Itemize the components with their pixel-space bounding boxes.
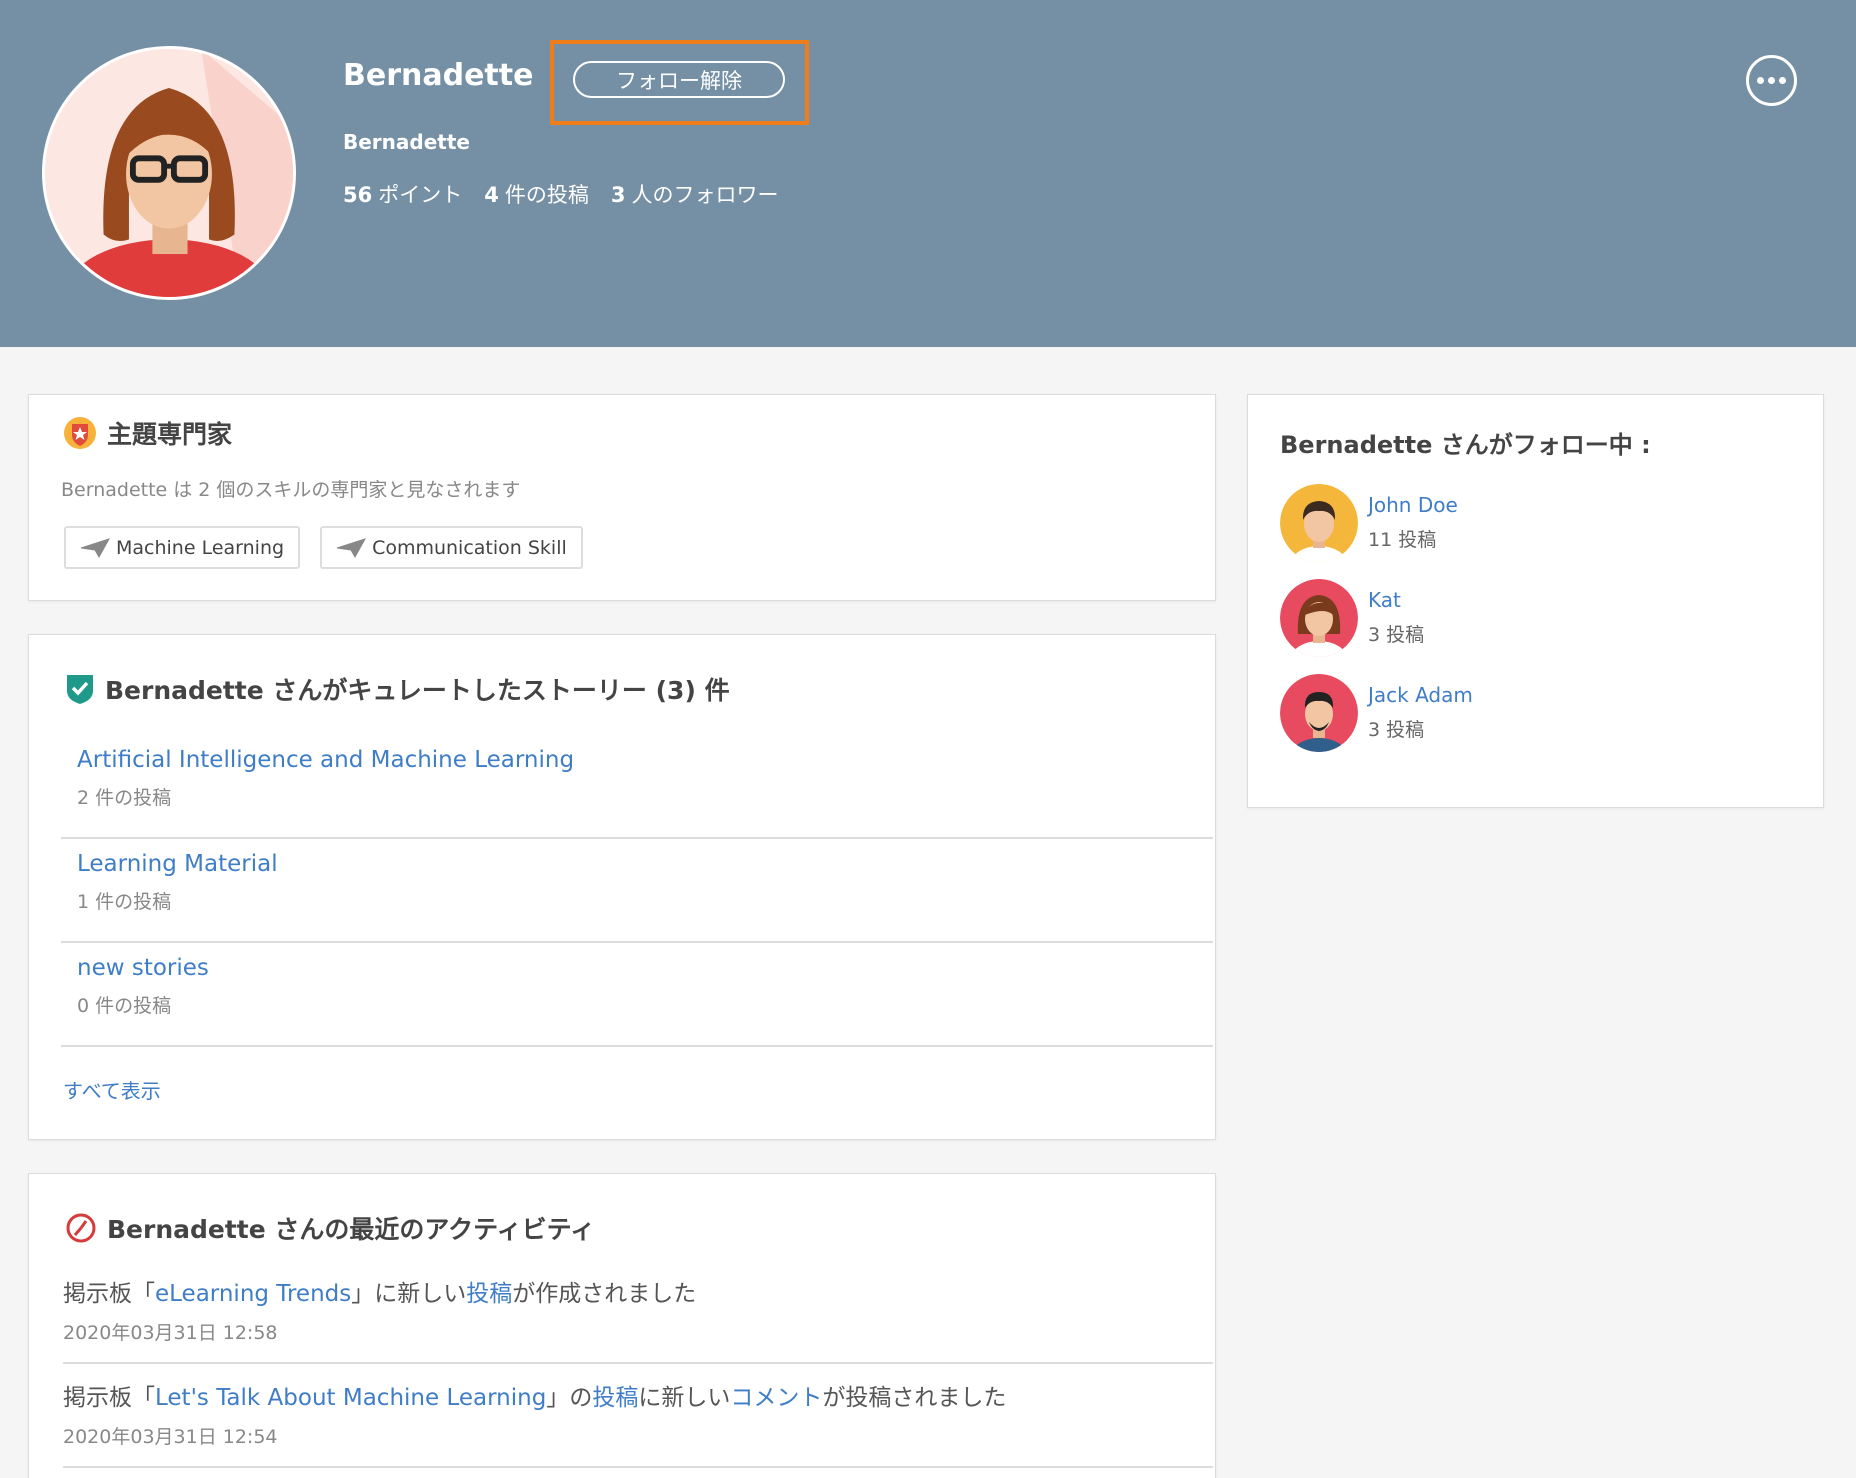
activity-list: 掲示板「eLearning Trends」に新しい投稿が作成されました 2020… xyxy=(63,1260,1213,1468)
skill-chip-communication-skill[interactable]: Communication Skill xyxy=(320,526,583,569)
profile-banner: Bernadette フォロー解除 Bernadette 56 ポイント 4 件の投… xyxy=(0,0,1856,347)
skill-chip-machine-learning[interactable]: Machine Learning xyxy=(64,526,301,569)
skill-list: Machine Learning Communication Skill xyxy=(64,526,583,569)
profile-username: Bernadette xyxy=(343,130,470,154)
following-list: John Doe 11 投稿 Kat 3 投稿 Jack Adam 3 投稿 xyxy=(1280,475,1473,760)
profile-stats: 56 ポイント 4 件の投稿 3 人のフォロワー xyxy=(343,179,778,209)
following-card: Bernadette さんがフォロー中 : John Doe 11 投稿 Kat… xyxy=(1247,394,1824,808)
expert-badge-icon xyxy=(64,417,96,449)
expert-card: 主題専門家 Bernadette は 2 個のスキルの専門家と見なされます Ma… xyxy=(28,394,1216,601)
expert-description: Bernadette は 2 個のスキルの専門家と見なされます xyxy=(61,479,521,501)
profile-name: Bernadette xyxy=(343,58,534,93)
user-post-count: 11 投稿 xyxy=(1368,529,1437,551)
unfollow-button[interactable]: フォロー解除 xyxy=(573,61,785,98)
recent-activity-card: Bernadette さんの最近のアクティビティ 掲示板「eLearning T… xyxy=(28,1173,1216,1478)
user-avatar[interactable] xyxy=(1280,483,1358,562)
following-card-title: Bernadette さんがフォロー中 : xyxy=(1280,431,1651,459)
following-user: Jack Adam 3 投稿 xyxy=(1280,665,1473,760)
story-post-count: 1 件の投稿 xyxy=(77,891,172,913)
story-link[interactable]: Artificial Intelligence and Machine Lear… xyxy=(77,747,1213,773)
see-all-link[interactable]: すべて表示 xyxy=(63,1075,161,1104)
story-item: Artificial Intelligence and Machine Lear… xyxy=(61,735,1213,839)
stat-followers: 3 人のフォロワー xyxy=(610,183,779,207)
more-options-icon[interactable] xyxy=(1746,55,1797,106)
user-post-count: 3 投稿 xyxy=(1368,624,1425,646)
activity-card-title: Bernadette さんの最近のアクティビティ xyxy=(65,1210,595,1246)
activity-date: 2020年03月31日 12:58 xyxy=(63,1322,278,1344)
board-link[interactable]: Let's Talk About Machine Learning xyxy=(155,1385,546,1411)
user-post-count: 3 投稿 xyxy=(1368,719,1425,741)
stories-card-title: Bernadette さんがキュレートしたストーリー (3) 件 xyxy=(65,671,730,707)
activity-date: 2020年03月31日 12:54 xyxy=(63,1426,278,1448)
clock-icon xyxy=(66,1213,96,1243)
story-item: new stories 0 件の投稿 xyxy=(61,943,1213,1047)
user-name-link[interactable]: Kat xyxy=(1368,588,1424,612)
story-link[interactable]: new stories xyxy=(77,955,1213,981)
user-avatar[interactable] xyxy=(1280,673,1358,752)
user-name-link[interactable]: Jack Adam xyxy=(1368,683,1473,707)
user-name-link[interactable]: John Doe xyxy=(1368,493,1458,517)
activity-text: 掲示板「eLearning Trends」に新しい投稿が作成されました xyxy=(63,1281,697,1307)
comment-link[interactable]: コメント xyxy=(730,1385,822,1411)
activity-text: 掲示板「Let's Talk About Machine Learning」の投… xyxy=(63,1385,1007,1411)
post-link[interactable]: 投稿 xyxy=(592,1385,638,1411)
story-post-count: 2 件の投稿 xyxy=(77,787,172,809)
shield-check-icon xyxy=(67,675,93,704)
story-list: Artificial Intelligence and Machine Lear… xyxy=(61,735,1213,1047)
profile-avatar xyxy=(42,46,296,300)
post-link[interactable]: 投稿 xyxy=(466,1281,512,1307)
paper-plane-icon xyxy=(336,537,367,558)
activity-item: 掲示板「Let's Talk About Machine Learning」の投… xyxy=(63,1364,1213,1468)
board-link[interactable]: eLearning Trends xyxy=(155,1281,351,1307)
curated-stories-card: Bernadette さんがキュレートしたストーリー (3) 件 Artific… xyxy=(28,634,1216,1140)
following-user: John Doe 11 投稿 xyxy=(1280,475,1473,570)
expert-card-title: 主題専門家 xyxy=(63,415,232,451)
user-avatar[interactable] xyxy=(1280,578,1358,657)
story-link[interactable]: Learning Material xyxy=(77,851,1213,877)
paper-plane-icon xyxy=(80,537,110,558)
story-post-count: 0 件の投稿 xyxy=(77,995,172,1017)
stat-posts: 4 件の投稿 xyxy=(484,183,589,207)
stat-points: 56 ポイント xyxy=(343,183,463,207)
following-user: Kat 3 投稿 xyxy=(1280,570,1473,665)
activity-item: 掲示板「eLearning Trends」に新しい投稿が作成されました 2020… xyxy=(63,1260,1213,1364)
story-item: Learning Material 1 件の投稿 xyxy=(61,839,1213,943)
